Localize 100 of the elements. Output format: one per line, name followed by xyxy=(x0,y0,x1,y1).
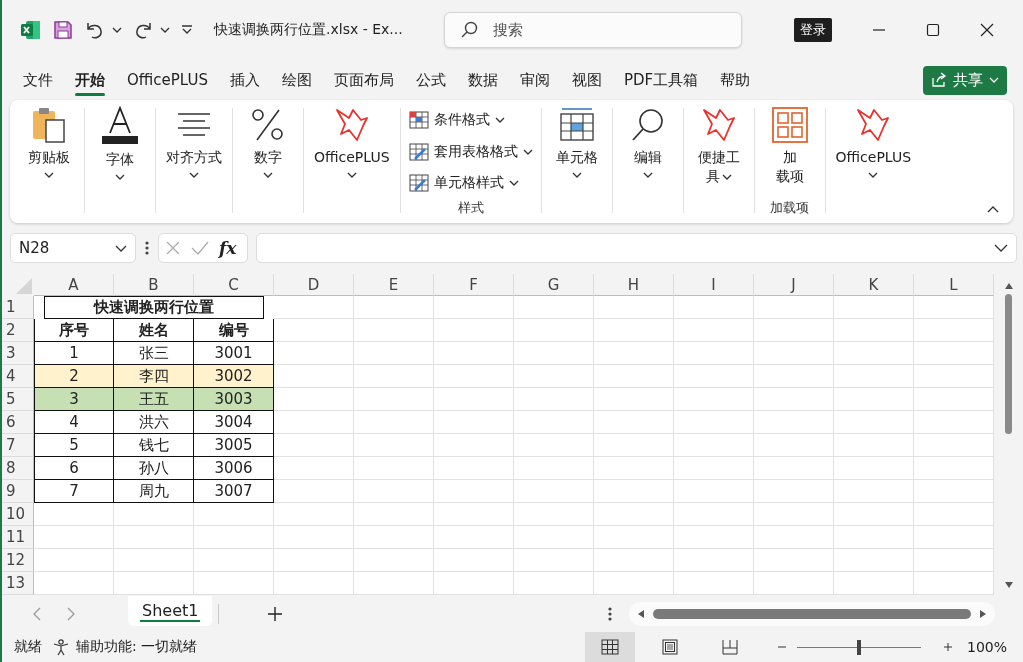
menu-tab[interactable]: 页面布局 xyxy=(322,64,405,96)
column-header[interactable]: H xyxy=(594,274,674,296)
empty-cell[interactable] xyxy=(274,457,354,480)
empty-cell[interactable] xyxy=(514,526,594,549)
search-field[interactable]: 搜索 xyxy=(444,12,742,48)
empty-cell[interactable] xyxy=(514,480,594,503)
empty-cell[interactable] xyxy=(434,503,514,526)
name-box[interactable]: N28 xyxy=(10,232,136,263)
menu-tab[interactable]: OfficePLUS xyxy=(116,65,219,95)
empty-cell[interactable] xyxy=(594,365,674,388)
empty-cell[interactable] xyxy=(834,549,914,572)
ribbon-button[interactable]: 对齐方式 xyxy=(162,104,226,181)
empty-cell[interactable] xyxy=(674,342,754,365)
more-icon[interactable] xyxy=(607,605,613,622)
empty-cell[interactable] xyxy=(674,319,754,342)
empty-cell[interactable] xyxy=(674,526,754,549)
add-sheet-icon[interactable] xyxy=(267,605,284,622)
empty-cell[interactable] xyxy=(274,549,354,572)
empty-cell[interactable] xyxy=(514,365,594,388)
empty-cell[interactable] xyxy=(354,572,434,595)
empty-cell[interactable] xyxy=(834,411,914,434)
menu-tab[interactable]: 数据 xyxy=(456,64,509,96)
menu-tab[interactable]: 视图 xyxy=(560,64,613,96)
empty-cell[interactable] xyxy=(674,480,754,503)
empty-cell[interactable] xyxy=(274,342,354,365)
column-header[interactable]: F xyxy=(434,274,514,296)
empty-cell[interactable] xyxy=(114,549,194,572)
column-header[interactable]: D xyxy=(274,274,354,296)
sheet-tab[interactable]: Sheet1 xyxy=(128,595,213,626)
row-header[interactable]: 9 xyxy=(2,480,34,503)
ribbon-button[interactable]: 字体 xyxy=(91,104,149,183)
empty-cell[interactable] xyxy=(674,549,754,572)
empty-cell[interactable] xyxy=(754,480,834,503)
scroll-down-icon[interactable] xyxy=(1003,581,1014,589)
empty-cell[interactable] xyxy=(354,480,434,503)
empty-cell[interactable] xyxy=(754,572,834,595)
empty-cell[interactable] xyxy=(434,457,514,480)
empty-cell[interactable] xyxy=(274,503,354,526)
empty-cell[interactable] xyxy=(594,480,674,503)
empty-cell[interactable] xyxy=(354,342,434,365)
empty-cell[interactable] xyxy=(434,296,514,319)
scroll-up-icon[interactable] xyxy=(1003,282,1014,290)
empty-cell[interactable] xyxy=(594,342,674,365)
empty-cell[interactable] xyxy=(514,457,594,480)
formula-field[interactable] xyxy=(256,232,1017,263)
row-header[interactable]: 11 xyxy=(2,526,34,549)
empty-cell[interactable] xyxy=(114,572,194,595)
empty-cell[interactable] xyxy=(674,388,754,411)
empty-cell[interactable] xyxy=(754,388,834,411)
empty-cell[interactable] xyxy=(674,411,754,434)
empty-cell[interactable] xyxy=(594,411,674,434)
empty-cell[interactable] xyxy=(514,342,594,365)
scroll-right-icon[interactable] xyxy=(979,608,987,619)
empty-cell[interactable] xyxy=(754,434,834,457)
column-header[interactable]: I xyxy=(674,274,754,296)
ribbon-button[interactable]: 套用表格格式 xyxy=(408,135,533,168)
empty-cell[interactable] xyxy=(674,457,754,480)
empty-cell[interactable] xyxy=(354,296,434,319)
empty-cell[interactable] xyxy=(194,503,274,526)
empty-cell[interactable] xyxy=(114,526,194,549)
scrollbar-thumb[interactable] xyxy=(1005,294,1012,434)
empty-cell[interactable] xyxy=(834,342,914,365)
empty-cell[interactable] xyxy=(514,503,594,526)
column-header[interactable]: K xyxy=(834,274,914,296)
column-header[interactable]: C xyxy=(194,274,274,296)
empty-cell[interactable] xyxy=(594,572,674,595)
accessibility-status[interactable]: 辅助功能: 一切就绪 xyxy=(76,638,198,656)
empty-cell[interactable] xyxy=(674,296,754,319)
empty-cell[interactable] xyxy=(274,526,354,549)
empty-cell[interactable] xyxy=(274,411,354,434)
empty-cell[interactable] xyxy=(354,411,434,434)
row-header[interactable]: 7 xyxy=(2,434,34,457)
row-header[interactable]: 12 xyxy=(2,549,34,572)
horizontal-scrollbar[interactable] xyxy=(629,601,995,626)
menu-tab[interactable]: 文件 xyxy=(12,64,64,96)
ribbon-button[interactable]: OfficePLUS xyxy=(310,104,394,181)
empty-cell[interactable] xyxy=(514,549,594,572)
empty-cell[interactable] xyxy=(594,526,674,549)
more-icon[interactable] xyxy=(144,239,150,256)
zoom-in-icon[interactable] xyxy=(942,642,953,652)
menu-tab[interactable]: 绘图 xyxy=(270,64,323,96)
empty-cell[interactable] xyxy=(834,457,914,480)
empty-cell[interactable] xyxy=(354,549,434,572)
share-button[interactable]: 共享 xyxy=(923,65,1007,95)
empty-cell[interactable] xyxy=(834,434,914,457)
sign-in-button[interactable]: 登录 xyxy=(794,18,832,42)
row-header[interactable]: 4 xyxy=(2,365,34,388)
row-header[interactable]: 6 xyxy=(2,411,34,434)
empty-cell[interactable] xyxy=(674,572,754,595)
normal-view-button[interactable] xyxy=(584,632,635,662)
empty-cell[interactable] xyxy=(594,388,674,411)
empty-cell[interactable] xyxy=(274,296,354,319)
ribbon-button[interactable]: 便捷工 具 xyxy=(689,104,748,188)
empty-cell[interactable] xyxy=(274,572,354,595)
empty-cell[interactable] xyxy=(754,296,834,319)
empty-cell[interactable] xyxy=(594,296,674,319)
empty-cell[interactable] xyxy=(434,526,514,549)
check-icon[interactable] xyxy=(191,239,209,256)
zoom-level[interactable]: 100% xyxy=(966,639,1007,655)
cancel-icon[interactable] xyxy=(165,239,181,256)
